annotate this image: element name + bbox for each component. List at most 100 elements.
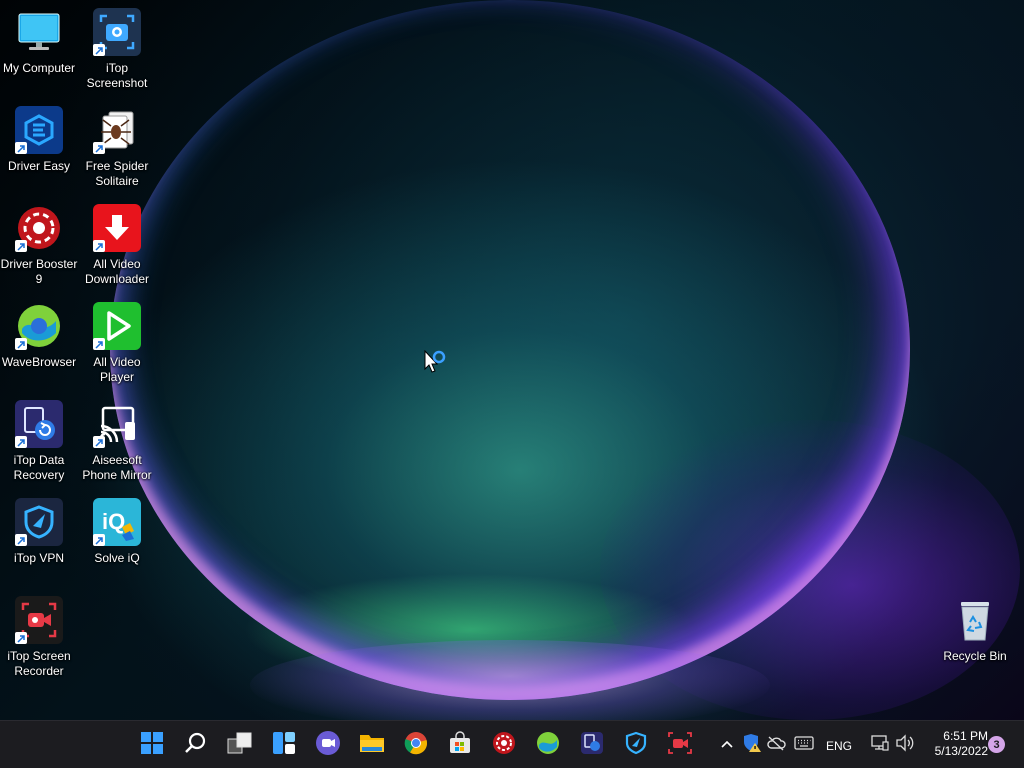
- desktop-icon-solve-iq[interactable]: iQ Solve iQ: [78, 498, 156, 566]
- desktop-icon-itop-screen-recorder[interactable]: iTop Screen Recorder: [0, 596, 78, 679]
- shortcut-arrow-icon: [15, 632, 27, 644]
- wallpaper-orb: [110, 0, 910, 700]
- windows-logo-icon: [140, 731, 164, 760]
- driver-booster-icon: [15, 204, 63, 252]
- search-icon: [184, 731, 208, 760]
- shortcut-arrow-icon: [15, 240, 27, 252]
- shortcut-arrow-icon: [93, 436, 105, 448]
- desktop-icon-driver-easy[interactable]: Driver Easy: [0, 106, 78, 174]
- desktop-icon-label: iTop VPN: [13, 551, 65, 565]
- chevron-up-icon: [720, 736, 734, 754]
- store-bag-icon: [448, 730, 472, 760]
- volume-tray-button[interactable]: [894, 733, 916, 757]
- monitor-icon: [15, 8, 63, 56]
- solve-iq-icon: iQ: [93, 498, 141, 546]
- shortcut-arrow-icon: [15, 436, 27, 448]
- wavebrowser-icon: [536, 731, 560, 760]
- desktop-icon-label: All Video Player: [93, 355, 141, 384]
- folder-icon: [359, 732, 385, 759]
- wavebrowser-taskbar-button[interactable]: [528, 725, 568, 765]
- shortcut-arrow-icon: [93, 44, 105, 56]
- vpn-shield-icon: [15, 498, 63, 546]
- clock-date: 5/13/2022: [934, 744, 988, 758]
- desktop-icon-itop-data-recovery[interactable]: iTop Data Recovery: [0, 400, 78, 483]
- windows-security-warning-icon: [742, 733, 762, 758]
- widgets-button[interactable]: [264, 725, 304, 765]
- chrome-icon: [404, 731, 428, 760]
- touch-keyboard-button[interactable]: [792, 733, 816, 757]
- desktop-icon-label: iTop Data Recovery: [13, 453, 65, 482]
- shortcut-arrow-icon: [93, 240, 105, 252]
- shortcut-arrow-icon: [15, 142, 27, 154]
- desktop-icon-label: Solve iQ: [94, 551, 140, 565]
- shortcut-arrow-icon: [93, 338, 105, 350]
- keyboard-icon: [794, 735, 814, 755]
- desktop-wallpaper: My Computer Driver Easy Driver Booster 9: [0, 0, 1024, 720]
- desktop-icon-my-computer[interactable]: My Computer: [0, 8, 78, 76]
- network-tray-button[interactable]: [868, 733, 892, 757]
- data-recovery-icon: [15, 400, 63, 448]
- driver-easy-icon: [15, 106, 63, 154]
- recycle-bin-icon: [951, 596, 999, 644]
- itop-screenshot-icon: [93, 8, 141, 56]
- task-view-icon: [227, 731, 253, 760]
- wallpaper-glow-bottom: [250, 640, 770, 720]
- desktop-icon-label: My Computer: [2, 61, 76, 75]
- shortcut-arrow-icon: [93, 142, 105, 154]
- desktop-icon-itop-screenshot[interactable]: iTop Screenshot: [78, 8, 156, 91]
- speaker-volume-icon: [895, 733, 915, 757]
- wavebrowser-icon: [15, 302, 63, 350]
- task-view-button[interactable]: [220, 725, 260, 765]
- shortcut-arrow-icon: [93, 534, 105, 546]
- security-tray-button[interactable]: [741, 733, 763, 757]
- desktop-icon-driver-booster[interactable]: Driver Booster 9: [0, 204, 78, 287]
- svg-text:iQ: iQ: [102, 509, 125, 534]
- input-language-indicator[interactable]: ENG: [826, 734, 852, 758]
- screen-recorder-icon: [667, 731, 693, 760]
- download-arrow-icon: [93, 204, 141, 252]
- desktop-icon-spider-solitaire[interactable]: Free Spider Solitaire: [78, 106, 156, 189]
- data-recovery-icon: [580, 731, 604, 760]
- desktop-icon-label: iTop Screenshot: [86, 61, 148, 90]
- vpn-shield-icon: [624, 731, 648, 760]
- microsoft-store-button[interactable]: [440, 725, 480, 765]
- data-recovery-taskbar-button[interactable]: [572, 725, 612, 765]
- widgets-icon: [272, 731, 296, 760]
- desktop-icon-itop-vpn[interactable]: iTop VPN: [0, 498, 78, 566]
- chat-button[interactable]: [308, 725, 348, 765]
- start-button[interactable]: [132, 725, 172, 765]
- search-button[interactable]: [176, 725, 216, 765]
- desktop-icon-all-video-player[interactable]: All Video Player: [78, 302, 156, 385]
- driver-booster-icon: [492, 731, 516, 760]
- phone-mirror-icon: [93, 400, 141, 448]
- clock-time: 6:51 PM: [943, 729, 988, 743]
- shortcut-arrow-icon: [15, 534, 27, 546]
- file-explorer-button[interactable]: [352, 725, 392, 765]
- desktop-icon-label: Recycle Bin: [943, 649, 1007, 663]
- vpn-taskbar-button[interactable]: [616, 725, 656, 765]
- screen-recorder-taskbar-button[interactable]: [660, 725, 700, 765]
- clock[interactable]: 6:51 PM 5/13/2022: [920, 729, 988, 759]
- desktop-icon-recycle-bin[interactable]: Recycle Bin: [936, 596, 1014, 664]
- desktop-icon-label: Free Spider Solitaire: [85, 159, 149, 188]
- spider-solitaire-icon: [93, 106, 141, 154]
- desktop-icon-label: Driver Booster 9: [0, 257, 78, 286]
- onedrive-tray-button[interactable]: [765, 733, 787, 757]
- busy-cursor-icon: [424, 349, 448, 383]
- desktop-icon-label: Driver Easy: [7, 159, 70, 173]
- shortcut-arrow-icon: [15, 338, 27, 350]
- screen-recorder-icon: [15, 596, 63, 644]
- notification-count-badge[interactable]: 3: [988, 736, 1005, 753]
- desktop-icon-aiseesoft-phone-mirror[interactable]: Aiseesoft Phone Mirror: [78, 400, 156, 483]
- driver-booster-taskbar-button[interactable]: [484, 725, 524, 765]
- teams-chat-icon: [315, 730, 341, 761]
- desktop-icon-all-video-downloader[interactable]: All Video Downloader: [78, 204, 156, 287]
- show-hidden-icons-button[interactable]: [716, 733, 738, 757]
- desktop-icon-label: iTop Screen Recorder: [7, 649, 71, 678]
- chrome-button[interactable]: [396, 725, 436, 765]
- desktop-icon-label: Aiseesoft Phone Mirror: [82, 453, 152, 482]
- network-ethernet-icon: [870, 734, 890, 757]
- desktop-icon-label: WaveBrowser: [1, 355, 77, 369]
- desktop-icon-label: All Video Downloader: [84, 257, 150, 286]
- desktop-icon-wavebrowser[interactable]: WaveBrowser: [0, 302, 78, 370]
